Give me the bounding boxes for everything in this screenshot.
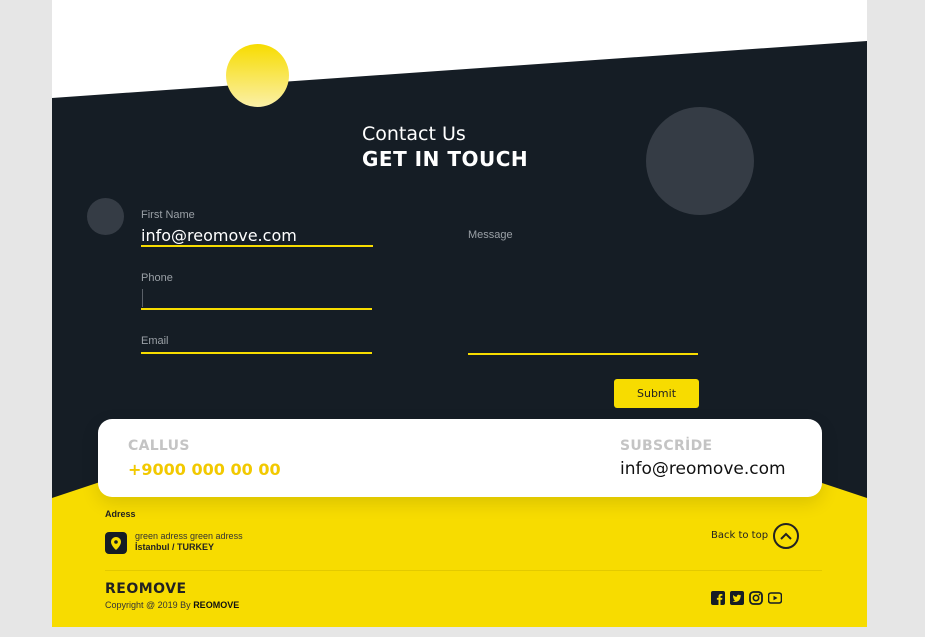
location-pin-icon <box>105 532 127 554</box>
email-underline <box>141 352 372 354</box>
email-input[interactable] <box>141 336 372 352</box>
section-title: GET IN TOUCH <box>362 147 529 171</box>
address-title: Adress <box>105 509 136 519</box>
subscribe-email[interactable]: info@reomove.com <box>620 459 786 479</box>
copyright-prefix: Copyright @ 2019 By <box>105 600 194 610</box>
instagram-icon[interactable] <box>749 591 763 605</box>
message-textarea[interactable] <box>468 245 698 351</box>
address-line-2: İstanbul / TURKEY <box>135 542 215 552</box>
address-line-1: green adress green adress <box>135 531 243 541</box>
message-label: Message <box>468 229 513 241</box>
brand-name: REOMOVE <box>105 581 187 597</box>
contact-page: Contact Us GET IN TOUCH First Name info@… <box>52 0 867 627</box>
back-to-top-link[interactable]: Back to top <box>711 530 768 541</box>
footer-divider <box>105 570 822 571</box>
submit-button[interactable]: Submit <box>614 379 699 408</box>
contact-info-card: CALLUS +9000 000 00 00 SUBSCRİDE info@re… <box>98 419 822 497</box>
twitter-icon[interactable] <box>730 591 744 605</box>
decor-circle-large <box>646 107 754 215</box>
decor-circle-small <box>87 198 124 235</box>
copyright-brand: REOMOVE <box>193 600 240 610</box>
first-name-input[interactable]: info@reomove.com <box>141 226 297 245</box>
subscribe-label: SUBSCRİDE <box>620 438 713 454</box>
first-name-underline <box>141 245 373 247</box>
phone-underline <box>141 308 372 310</box>
decor-circle-yellow <box>226 44 289 107</box>
section-subtitle: Contact Us <box>362 123 466 145</box>
call-phone-number[interactable]: +9000 000 00 00 <box>128 460 281 479</box>
phone-label: Phone <box>141 272 173 284</box>
youtube-icon[interactable] <box>768 591 782 605</box>
copyright-text: Copyright @ 2019 By REOMOVE <box>105 600 239 610</box>
chevron-up-icon[interactable] <box>773 523 799 549</box>
message-underline <box>468 353 698 355</box>
facebook-icon[interactable] <box>711 591 725 605</box>
first-name-label: First Name <box>141 209 195 221</box>
call-label: CALLUS <box>128 438 190 454</box>
phone-input[interactable] <box>142 289 143 307</box>
